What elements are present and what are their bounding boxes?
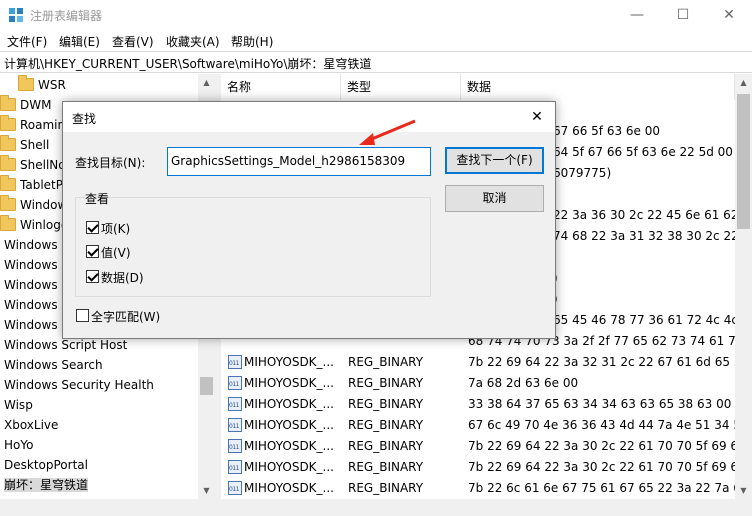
tree-scroll-thumb[interactable] (200, 377, 213, 395)
data-checkbox[interactable] (86, 270, 99, 283)
tree-scroll-down-icon[interactable]: ▼ (198, 482, 215, 499)
menu-bar: 文件(F) 编辑(E) 查看(V) 收藏夹(A) 帮助(H) (0, 30, 752, 51)
list-scroll-down-icon[interactable]: ▼ (735, 482, 752, 499)
tree-item[interactable]: DesktopPortal (4, 455, 88, 475)
window-title: 注册表编辑器 (30, 9, 103, 23)
folder-icon (0, 215, 16, 231)
folder-icon (0, 155, 16, 171)
title-bar: 注册表编辑器 — ☐ ✕ (0, 0, 752, 30)
binary-value-icon (228, 458, 242, 479)
menu-file[interactable]: 文件(F) (7, 33, 47, 50)
find-dialog-titlebar: 查找 ✕ (63, 102, 555, 132)
keys-checkbox-label: 项(K) (101, 222, 131, 236)
menu-view[interactable]: 查看(V) (112, 33, 154, 50)
list-scroll-thumb[interactable] (737, 94, 750, 229)
tree-item[interactable]: Wisp (4, 395, 33, 415)
maximize-button[interactable]: ☐ (660, 0, 706, 30)
address-bar[interactable]: 计算机\HKEY_CURRENT_USER\Software\miHoYo\崩坏… (0, 51, 752, 73)
tree-item-selected[interactable]: 崩坏：星穹铁道 (4, 475, 89, 495)
folder-icon (0, 95, 16, 111)
data-checkbox-label: 数据(D) (101, 271, 144, 285)
tree-item[interactable]: HoYo (4, 435, 33, 455)
tree-item[interactable]: XboxLive (4, 415, 58, 435)
whole-match-checkbox[interactable] (76, 309, 89, 322)
whole-match-label: 全字匹配(W) (91, 310, 161, 324)
look-at-group-title: 查看 (85, 190, 110, 207)
minimize-button[interactable]: — (614, 0, 660, 30)
list-scroll-up-icon[interactable]: ▲ (735, 74, 752, 91)
find-dialog-title: 查找 (72, 112, 97, 126)
tree-item[interactable]: Windows (4, 235, 58, 255)
binary-value-icon (228, 353, 242, 374)
tree-item[interactable]: Windows (4, 255, 58, 275)
folder-icon (18, 75, 34, 91)
values-checkbox-label: 值(V) (101, 246, 131, 260)
values-checkbox[interactable] (86, 245, 99, 258)
menu-edit[interactable]: 编辑(E) (59, 33, 100, 50)
column-header-data[interactable]: 数据 (461, 74, 735, 100)
folder-icon (0, 115, 16, 131)
table-row[interactable]: MIHOYOSDK_... REG_BINARY 33 38 64 37 65 … (221, 394, 735, 416)
table-row[interactable]: MIHOYOSDK_... REG_BINARY 7b 22 69 64 22 … (221, 436, 746, 458)
tree-scroll-up-icon[interactable]: ▲ (198, 74, 215, 91)
address-path: 计算机\HKEY_CURRENT_USER\Software\miHoYo\崩坏… (4, 57, 372, 71)
table-row[interactable]: MIHOYOSDK_... REG_BINARY 7b 22 6c 61 6e … (221, 478, 749, 499)
table-row[interactable]: MIHOYOSDK_... REG_BINARY 67 6c 49 70 4e … (221, 415, 749, 437)
tree-item[interactable]: Windows Search (4, 355, 103, 375)
table-row[interactable]: MIHOYOSDK_... REG_BINARY 7a 68 2d 63 6e … (221, 373, 735, 395)
tree-item[interactable]: Windows Security Health (4, 375, 154, 395)
folder-icon (0, 135, 16, 151)
binary-value-icon (228, 374, 242, 395)
table-row[interactable]: MIHOYOSDK_... REG_BINARY 7b 22 69 64 22 … (221, 457, 746, 479)
binary-value-icon (228, 395, 242, 416)
close-button[interactable]: ✕ (706, 0, 752, 30)
annotation-arrow-icon (359, 119, 416, 145)
tree-item[interactable]: Windows (4, 275, 58, 295)
menu-help[interactable]: 帮助(H) (231, 33, 273, 50)
cancel-button[interactable]: 取消 (445, 185, 544, 212)
find-next-button[interactable]: 查找下一个(F) (445, 147, 544, 174)
table-row[interactable]: MIHOYOSDK_... REG_BINARY 7b 22 69 64 22 … (221, 352, 746, 374)
column-header-name[interactable]: 名称 (221, 74, 341, 100)
binary-value-icon (228, 416, 242, 437)
menu-favorites[interactable]: 收藏夹(A) (166, 33, 220, 50)
find-target-label: 查找目标(N): (75, 156, 146, 170)
find-dialog: 查找 ✕ 查找目标(N): GraphicsSettings_Model_h29… (62, 101, 556, 339)
binary-value-icon (228, 479, 242, 499)
column-header-type[interactable]: 类型 (341, 74, 461, 100)
binary-value-icon (228, 437, 242, 458)
folder-icon (0, 175, 16, 191)
folder-icon (0, 195, 16, 211)
registry-editor-icon (9, 8, 23, 22)
tree-item[interactable]: Windows (4, 315, 58, 335)
find-dialog-close-icon[interactable]: ✕ (525, 105, 549, 129)
keys-checkbox[interactable] (86, 221, 99, 234)
tree-item[interactable]: Windows (4, 295, 58, 315)
horizontal-scrollbar[interactable] (0, 499, 752, 516)
